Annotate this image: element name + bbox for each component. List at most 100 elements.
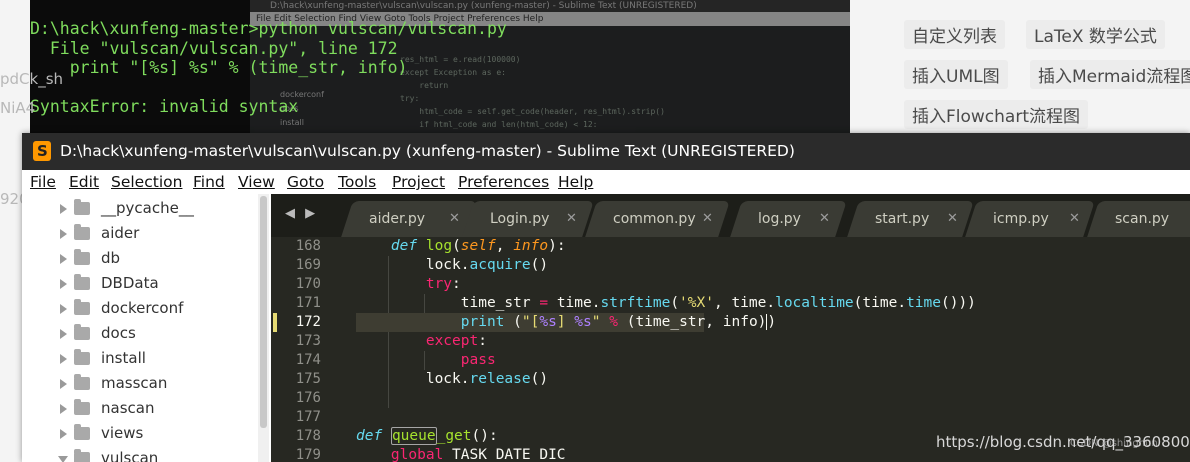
chevron-right-icon — [60, 229, 67, 239]
menu-project[interactable]: Project — [392, 170, 445, 194]
line-number: 171 — [295, 295, 321, 311]
line-number-current: 172 — [295, 314, 321, 330]
sidebar-scrollbar[interactable] — [258, 194, 269, 462]
folder-icon — [74, 224, 90, 240]
chevron-right-icon — [60, 304, 67, 314]
sidebar-item-label: masscan — [101, 374, 168, 392]
sidebar-item-label: db — [101, 249, 121, 267]
menu-tools-label: Tools — [338, 173, 377, 191]
folder-icon — [74, 424, 90, 440]
sidebar-item-docs[interactable]: docs — [22, 321, 262, 346]
tab-login[interactable]: Login.py ✕ — [462, 201, 594, 237]
code-line: try: — [425, 276, 461, 292]
tab-bar: ◀ ▶ aider.py ✕ Login.py ✕ common.py ✕ log.p… — [271, 194, 1190, 237]
code-editor[interactable]: def log(self, info): lock.acquire() try:… — [356, 237, 1190, 462]
code-line: global TASK_DATE_DIC — [390, 447, 566, 462]
terminal-line: SyntaxError: invalid syntax — [30, 97, 299, 116]
tab-log[interactable]: log.py ✕ — [730, 201, 847, 237]
folder-icon — [74, 324, 90, 340]
chevron-right-icon — [60, 354, 67, 364]
line-number: 177 — [295, 409, 321, 425]
sidebar-item-install[interactable]: install — [22, 346, 262, 371]
terminal-output: D:\hack\xunfeng-master>python vulscan/vu… — [30, 19, 507, 117]
menu-bar: File Edit Selection Find View Goto Tools… — [22, 170, 1190, 194]
code-line: def log(self, info): — [390, 238, 566, 254]
terminal-line: D:\hack\xunfeng-master>python vulscan/vu… — [30, 19, 507, 38]
line-number: 174 — [295, 352, 321, 368]
background-terminal: D:\hack\xunfeng-master\vulscan\vulscan.p… — [0, 0, 850, 140]
menu-selection[interactable]: Selection — [111, 170, 182, 194]
close-icon[interactable]: ✕ — [819, 201, 830, 237]
sidebar-item-label: views — [101, 424, 144, 442]
line-number: 169 — [295, 257, 321, 273]
menu-preferences[interactable]: Preferences — [458, 170, 549, 194]
sidebar-item-label: __pycache__ — [101, 199, 194, 217]
line-number-gutter[interactable]: 168 169 170 171 172 173 174 175 176 177 … — [271, 237, 351, 462]
terminal-line: print "[%s] %s" % (time_str, info) — [30, 58, 408, 77]
menu-view[interactable]: View — [238, 170, 275, 194]
chevron-right-icon — [60, 279, 67, 289]
code-line: lock.release() — [425, 371, 549, 387]
web-chip[interactable]: LaTeX 数学公式 — [1026, 20, 1165, 49]
sidebar-item-aider[interactable]: aider — [22, 221, 262, 246]
tab-scan[interactable]: scan.py✕ — [1087, 201, 1190, 237]
menu-file[interactable]: File — [30, 170, 56, 194]
background-webpage: 自定义列表 LaTeX 数学公式 插入UML图 插入Mermaid流程图 插入F… — [850, 0, 1190, 140]
folder-icon — [74, 199, 90, 215]
sidebar-item-label: DBData — [101, 274, 159, 292]
project-sidebar: __pycache__ aider db DBData dockerconf d… — [22, 194, 271, 462]
line-number: 168 — [295, 238, 321, 254]
close-icon[interactable]: ✕ — [702, 201, 713, 237]
chevron-right-icon — [60, 254, 67, 264]
background-code-line: if html_code and len(html_code) < 12: — [400, 120, 598, 129]
code-line: time_str = time.strftime('%X', time.loca… — [460, 295, 976, 311]
close-icon[interactable]: ✕ — [566, 201, 577, 237]
sidebar-item-masscan[interactable]: masscan — [22, 371, 262, 396]
tab-start[interactable]: start.py ✕ — [847, 201, 974, 237]
sidebar-item-db[interactable]: db — [22, 246, 262, 271]
menu-goto[interactable]: Goto — [287, 170, 324, 194]
chevron-right-icon — [60, 404, 67, 414]
folder-icon — [74, 399, 90, 415]
tab-aider[interactable]: aider.py ✕ — [341, 201, 477, 237]
chevron-right-icon — [60, 429, 67, 439]
sidebar-item-pycache[interactable]: __pycache__ — [22, 196, 262, 221]
sidebar-item-label: aider — [101, 224, 140, 242]
menu-project-label: Project — [392, 173, 446, 191]
menu-edit-label: Edit — [69, 173, 100, 191]
chevron-right-icon — [60, 204, 67, 214]
folder-icon — [74, 349, 90, 365]
sidebar-item-views[interactable]: views — [22, 421, 262, 446]
sidebar-item-vulscan[interactable]: vulscan — [22, 446, 262, 462]
tab-icmp[interactable]: icmp.py ✕ — [965, 201, 1095, 237]
folder-icon — [74, 249, 90, 265]
web-chip[interactable]: 自定义列表 — [904, 20, 1005, 49]
sublime-window: D:\hack\xunfeng-master\vulscan\vulscan.p… — [22, 133, 1190, 462]
tab-navigation-arrows[interactable]: ◀ ▶ — [285, 206, 318, 221]
close-icon[interactable]: ✕ — [947, 201, 958, 237]
line-number: 178 — [295, 428, 321, 444]
background-text-fragment: pdCk_sh — [0, 70, 64, 88]
menu-tools[interactable]: Tools — [338, 170, 376, 194]
web-chip[interactable]: 插入Flowchart流程图 — [904, 100, 1088, 129]
sidebar-item-nascan[interactable]: nascan — [22, 396, 262, 421]
sidebar-item-dbdata[interactable]: DBData — [22, 271, 262, 296]
sidebar-item-label: nascan — [101, 399, 155, 417]
menu-view-label: View — [238, 173, 275, 191]
web-chip[interactable]: 插入UML图 — [904, 60, 1008, 89]
sidebar-item-label: dockerconf — [101, 299, 184, 317]
menu-find[interactable]: Find — [193, 170, 225, 194]
close-icon[interactable]: ✕ — [449, 201, 460, 237]
line-number: 173 — [295, 333, 321, 349]
tab-label: scan.py — [1115, 211, 1170, 227]
menu-help[interactable]: Help — [558, 170, 593, 194]
code-line: lock.acquire() — [425, 257, 549, 273]
title-bar[interactable]: D:\hack\xunfeng-master\vulscan\vulscan.p… — [22, 133, 1190, 170]
close-icon[interactable]: ✕ — [1069, 201, 1080, 237]
sidebar-scrollbar-thumb[interactable] — [260, 196, 267, 428]
tab-common[interactable]: common.py ✕ — [585, 201, 730, 237]
web-chip[interactable]: 插入Mermaid流程图 — [1030, 60, 1190, 89]
menu-edit[interactable]: Edit — [69, 170, 99, 194]
code-line: except: — [425, 333, 487, 349]
sidebar-item-dockerconf[interactable]: dockerconf — [22, 296, 262, 321]
